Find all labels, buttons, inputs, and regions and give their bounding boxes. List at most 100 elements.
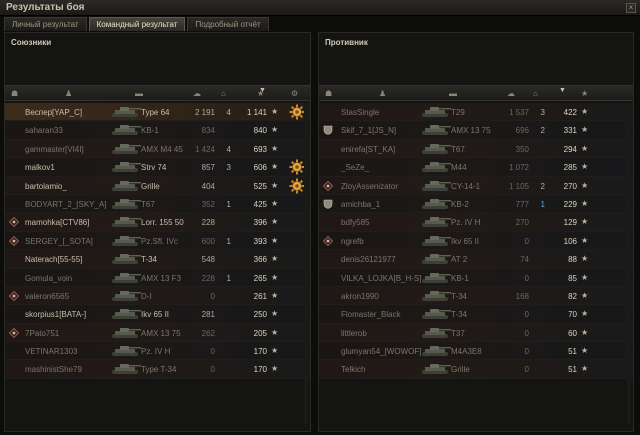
tab-personal-result[interactable]: Личный результат — [4, 17, 87, 31]
platoon-diamond-icon — [323, 180, 333, 191]
tank-image-icon — [422, 180, 451, 191]
enemy-player-row[interactable]: Telkich Grille 0 51 ★ — [319, 360, 633, 379]
enemy-player-row[interactable]: enirefa[ST_KA] T67 350 294 ★ — [319, 139, 633, 159]
tank-image-icon — [112, 217, 141, 228]
xp-star-icon: ★ — [581, 254, 589, 264]
ally-player-row[interactable]: Gomula_voin AMX 13 F3 228 1 265 ★ — [5, 268, 310, 287]
ally-player-row[interactable]: Веспер[YAP_C] Type 64 2 191 4 1 141 ★ — [5, 103, 310, 122]
column-xp-icon[interactable]: ★ — [581, 90, 588, 98]
tank-image-icon — [422, 217, 451, 228]
ally-player-row[interactable]: valeron6565 D-I 0 261 ★ — [5, 286, 310, 306]
enemy-player-row[interactable]: VILKA_LOJKA[B_H-S] KB-1 0 85 ★ — [319, 268, 633, 287]
tank-name: Pz. IV H — [141, 347, 171, 357]
tank-name: T67 — [141, 199, 155, 209]
column-damage-icon[interactable]: ☁ — [193, 90, 201, 98]
enemy-player-row[interactable]: Skif_7_1[JS_N] AMX 13 75 696 2 331 ★ — [319, 121, 633, 140]
damage-value: 857 — [201, 163, 215, 173]
xp-star-icon: ★ — [581, 125, 589, 135]
tank-image-icon — [112, 327, 141, 338]
enemy-player-row[interactable]: glumyan54_[WOWOF] M4A3E8 0 51 ★ — [319, 342, 633, 361]
xp-star-icon: ★ — [581, 217, 589, 227]
kills-value: 3 — [226, 163, 231, 173]
xp-value: 229 — [563, 199, 577, 209]
xp-value: 250 — [253, 310, 267, 320]
xp-value: 170 — [253, 347, 267, 357]
xp-value: 170 — [253, 365, 267, 375]
tank-name: AMX 13 F3 — [141, 273, 182, 283]
enemy-player-row[interactable]: amichba_1 KB-2 777 1 229 ★ — [319, 194, 633, 214]
damage-value: 352 — [201, 199, 215, 209]
ally-player-row[interactable]: bartolamio_ Grille 404 525 ★ — [5, 176, 310, 195]
enemy-player-row[interactable]: denis26121977 AT 2 74 88 ★ — [319, 250, 633, 269]
enemy-player-row[interactable]: akron1990 T-34 168 82 ★ — [319, 286, 633, 306]
enemy-player-row[interactable]: ngrefb Ikv 65 II 0 106 ★ — [319, 231, 633, 251]
enemies-scrollbar[interactable] — [627, 103, 631, 423]
ally-player-row[interactable]: saharan33 KB-1 834 840 ★ — [5, 121, 310, 140]
ally-player-row[interactable]: BODYART_2_[SKY_A] T67 352 1 425 ★ — [5, 194, 310, 214]
tank-name: Ikv 65 II — [451, 236, 480, 246]
xp-star-icon: ★ — [271, 180, 279, 190]
column-status-icon[interactable]: ☗ — [11, 90, 18, 98]
window-titlebar: Результаты боя × — [0, 0, 640, 16]
player-name: Gomula_voin — [25, 273, 73, 283]
tank-image-icon — [422, 143, 451, 154]
ally-player-row[interactable]: SERGEY_[_SOTA] Pz.Sfl. IVc 600 1 393 ★ — [5, 231, 310, 251]
enemy-player-row[interactable]: StasSingle T29 1 537 3 422 ★ — [319, 103, 633, 122]
ally-player-row[interactable]: skorpius1[BATA-] Ikv 65 II 281 250 ★ — [5, 305, 310, 324]
enemy-player-row[interactable]: bdfy585 Pz. IV H 270 129 ★ — [319, 213, 633, 232]
tank-name: AMX M4 45 — [141, 144, 183, 154]
column-tank-icon[interactable]: ▬ — [135, 90, 143, 98]
tank-image-icon — [422, 254, 451, 265]
enemy-player-row[interactable]: Flomaster_Black T-34 0 70 ★ — [319, 305, 633, 324]
column-tank-icon[interactable]: ▬ — [449, 90, 457, 98]
achievement-medal-icon[interactable] — [289, 159, 305, 175]
tab-team-result[interactable]: Командный результат — [88, 17, 186, 31]
column-kills-icon[interactable]: ⌂ — [221, 90, 226, 98]
window-title: Результаты боя — [6, 2, 85, 13]
column-status-icon[interactable]: ☗ — [325, 90, 332, 98]
xp-value: 393 — [253, 236, 267, 246]
tank-name: Pz.Sfl. IVc — [141, 236, 178, 246]
xp-value: 331 — [563, 126, 577, 136]
ally-player-row[interactable]: malkov1 Strv 74 857 3 606 ★ — [5, 158, 310, 177]
tank-image-icon — [112, 198, 141, 209]
close-button[interactable]: × — [626, 3, 636, 13]
tank-image-icon — [112, 272, 141, 283]
column-damage-icon[interactable]: ☁ — [507, 90, 515, 98]
ally-player-row[interactable]: mamohka[CTV86] Lorr. 155 50 228 396 ★ — [5, 213, 310, 232]
damage-value: 404 — [201, 181, 215, 191]
enemy-player-row[interactable]: littlerob T37 0 60 ★ — [319, 323, 633, 343]
xp-value: 1 141 — [246, 108, 267, 117]
enemy-player-row[interactable]: _SeZe_ M44 1 072 285 ★ — [319, 158, 633, 177]
column-player-icon[interactable]: ♟ — [65, 90, 72, 98]
player-name: mashinistShe79 — [25, 365, 82, 375]
achievement-medal-icon[interactable] — [289, 104, 305, 120]
column-xp-icon[interactable]: ★ — [257, 90, 264, 98]
tank-name: Lorr. 155 50 — [141, 218, 184, 228]
xp-value: 422 — [563, 108, 577, 117]
tank-image-icon — [422, 346, 451, 357]
tank-name: T37 — [451, 328, 465, 338]
kills-value: 3 — [540, 108, 545, 117]
xp-star-icon: ★ — [581, 198, 589, 208]
damage-value: 0 — [210, 347, 215, 357]
tab-detailed-report[interactable]: Подробный отчёт — [187, 17, 269, 31]
tank-name: Grille — [451, 365, 470, 375]
column-medal-icon[interactable]: ⚙ — [291, 90, 298, 98]
achievement-medal-icon[interactable] — [289, 178, 305, 194]
player-name: VETINAR1303 — [25, 347, 78, 357]
xp-star-icon: ★ — [271, 272, 279, 282]
tank-name: Type 64 — [141, 108, 170, 117]
damage-value: 1 072 — [508, 163, 529, 173]
column-player-icon[interactable]: ♟ — [379, 90, 386, 98]
ally-player-row[interactable]: mashinistShe79 Type T-34 0 170 ★ — [5, 360, 310, 379]
ally-player-row[interactable]: gammaster[VI4I] AMX M4 45 1 424 4 693 ★ — [5, 139, 310, 159]
ally-player-row[interactable]: VETINAR1303 Pz. IV H 0 170 ★ — [5, 342, 310, 361]
ally-player-row[interactable]: Naterach[55-55] T-34 548 366 ★ — [5, 250, 310, 269]
column-kills-icon[interactable]: ⌂ — [533, 90, 538, 98]
xp-value: 85 — [568, 273, 577, 283]
allies-scrollbar[interactable] — [304, 103, 308, 423]
enemy-player-row[interactable]: ZloyAssenizator CY-14-1 1 105 2 270 ★ — [319, 176, 633, 195]
xp-value: 51 — [568, 365, 577, 375]
ally-player-row[interactable]: 7Pato751 AMX 13 75 262 205 ★ — [5, 323, 310, 343]
